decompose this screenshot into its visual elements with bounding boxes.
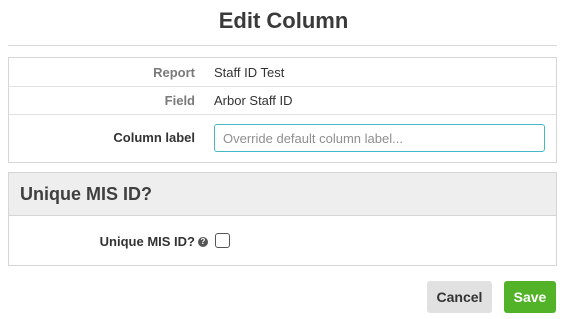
unique-mis-id-checkbox[interactable]	[215, 233, 230, 248]
unique-mis-id-label: Unique MIS ID?	[99, 234, 195, 249]
field-row: Field Arbor Staff ID	[9, 87, 556, 115]
dialog-title: Edit Column	[218, 8, 349, 33]
unique-mis-id-row: Unique MIS ID? ?	[9, 217, 556, 265]
column-label-row: Column label	[9, 115, 556, 162]
cancel-button[interactable]: Cancel	[427, 281, 492, 313]
question-circle-icon[interactable]: ?	[198, 237, 208, 247]
report-label: Report	[153, 65, 195, 80]
column-label-input[interactable]	[214, 124, 545, 152]
column-details-panel: Report Staff ID Test Field Arbor Staff I…	[8, 57, 557, 163]
section-header: Unique MIS ID?	[9, 173, 556, 216]
field-value: Arbor Staff ID	[214, 93, 293, 108]
section-heading: Unique MIS ID?	[20, 184, 152, 204]
unique-mis-id-panel: Unique MIS ID? Unique MIS ID? ?	[8, 172, 557, 266]
report-row: Report Staff ID Test	[9, 58, 556, 87]
report-value: Staff ID Test	[214, 65, 285, 80]
field-label: Field	[164, 93, 195, 108]
title-divider	[8, 45, 557, 46]
column-label-label: Column label	[113, 130, 195, 145]
save-button[interactable]: Save	[504, 281, 556, 313]
